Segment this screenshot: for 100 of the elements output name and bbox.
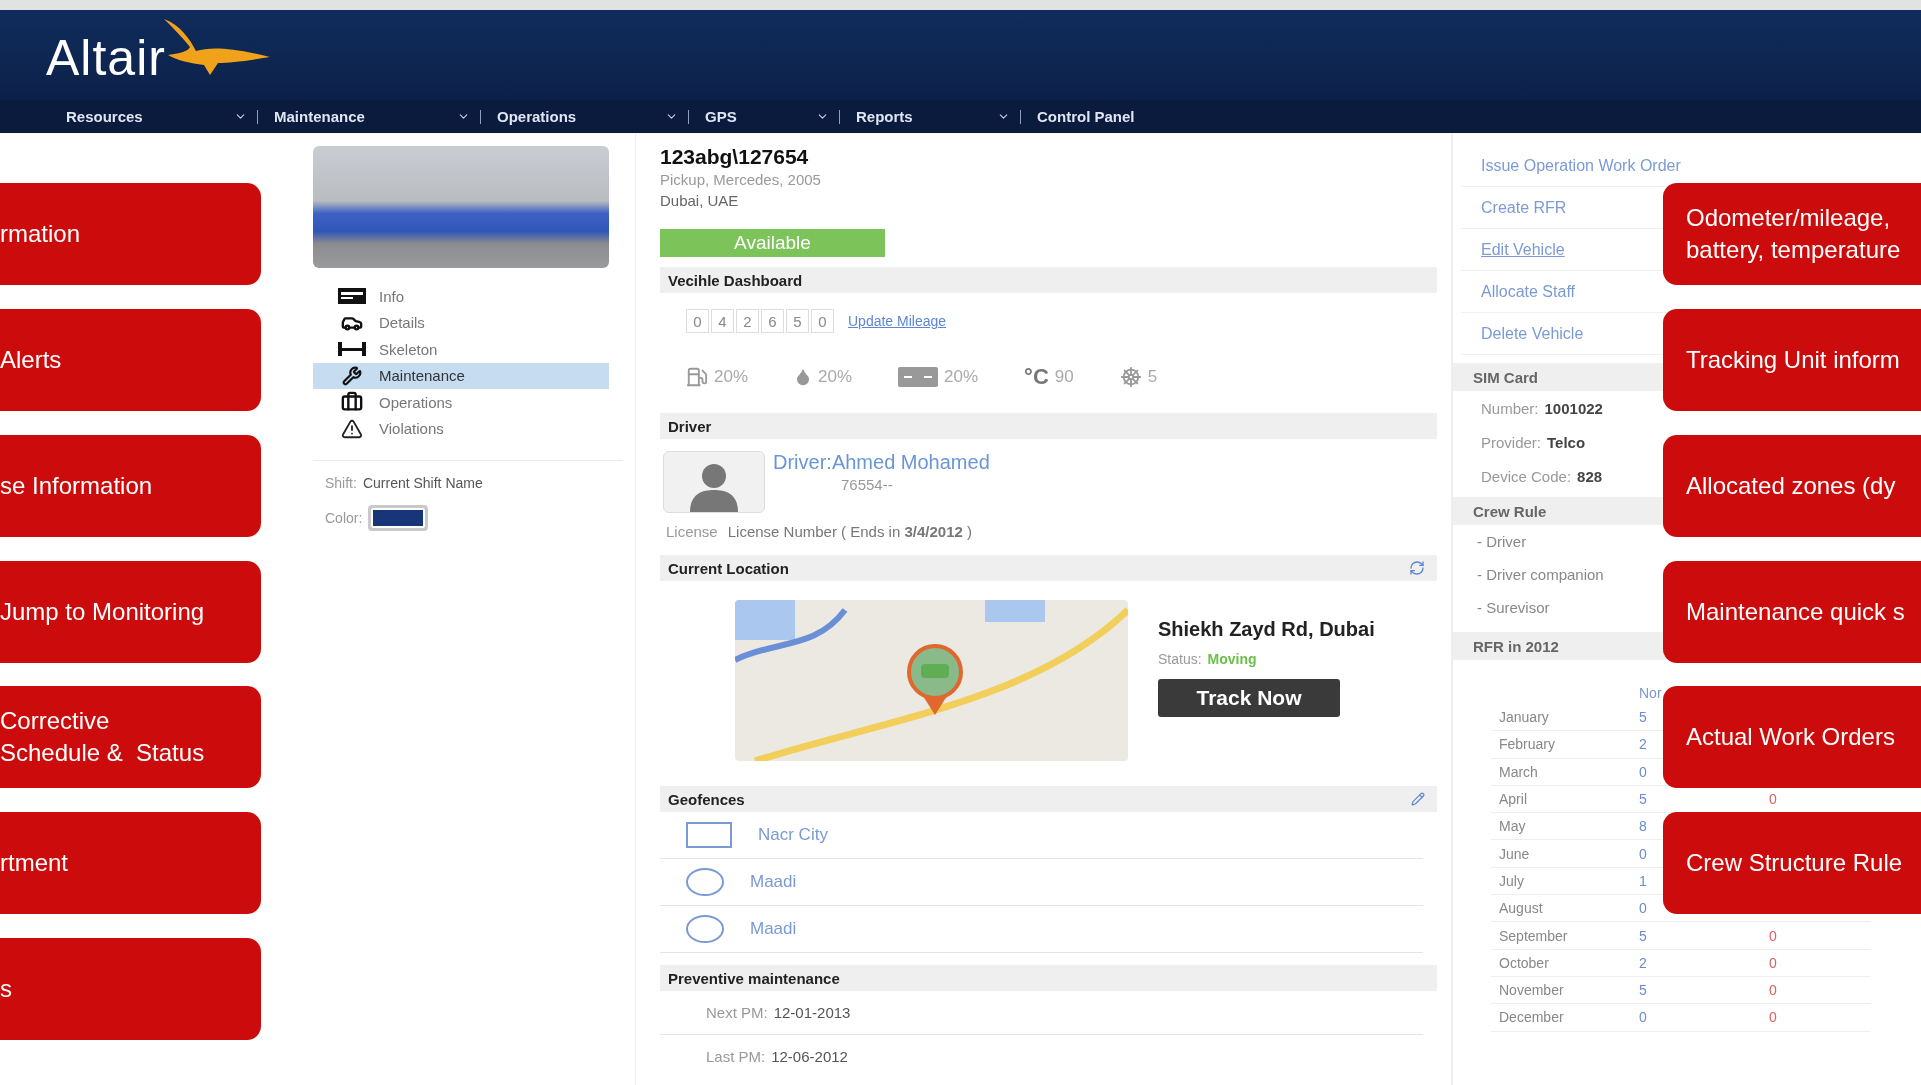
track-now-button[interactable]: Track Now [1158, 679, 1340, 717]
reading-value: 5 [1147, 367, 1158, 387]
action-link[interactable]: Create RFR [1481, 198, 1567, 217]
license-label: License [666, 523, 718, 542]
count-cell: 5 [1639, 927, 1647, 944]
count-cell: 8 [1639, 818, 1647, 835]
update-mileage-link[interactable]: Update Mileage [848, 313, 947, 329]
id-card-icon [338, 288, 366, 305]
section-header: Driver [660, 413, 1437, 439]
odometer-digit: 0 [811, 309, 834, 333]
count-cell: 0 [1639, 900, 1647, 917]
action-link[interactable]: Issue Operation Work Order [1481, 156, 1681, 175]
month-cell: May [1499, 818, 1526, 835]
reading-value: 20% [818, 367, 853, 387]
wheel-icon [1119, 366, 1142, 388]
unit-label: °C [1024, 364, 1049, 390]
circle-icon [686, 868, 724, 896]
month-cell: April [1499, 791, 1527, 808]
sim-label: Device Code: [1481, 467, 1572, 485]
month-cell: June [1499, 845, 1530, 862]
geofence-link[interactable]: Maadi [750, 919, 797, 939]
callout-text: Maintenance quick s [1686, 597, 1905, 627]
action-link[interactable]: Allocate Staff [1481, 282, 1575, 301]
fuel-icon [686, 366, 708, 388]
callout-text: Odometer/mileage, battery, temperature [1686, 203, 1901, 265]
month-cell: November [1499, 982, 1564, 999]
color-label: Color: [325, 510, 363, 526]
callout-text: Corrective Schedule & Status [0, 706, 205, 768]
count-cell: 2 [1639, 736, 1647, 753]
month-cell: January [1499, 709, 1549, 726]
vehicle-location: Dubai, UAE [660, 192, 740, 211]
reading-value: 20% [714, 367, 749, 387]
month-cell: September [1499, 927, 1568, 944]
count-cell: 5 [1639, 791, 1647, 808]
callout-text: Alerts [0, 345, 62, 375]
vehicle-menu-item[interactable]: Operations [313, 389, 609, 416]
crew-role: - Driver [1477, 533, 1527, 550]
driver-name-link[interactable]: Driver:Ahmed Mohamed [773, 451, 990, 473]
vehicle-menu-item[interactable]: Details [313, 309, 609, 336]
status-label: Status: [1158, 651, 1202, 667]
month-cell: March [1499, 763, 1538, 780]
month-cell: October [1499, 954, 1549, 971]
odometer-digit: 6 [761, 309, 784, 333]
vehicle-subtitle: Pickup, Mercedes, 2005 [660, 171, 822, 190]
action-link[interactable]: Edit Vehicle [1481, 240, 1565, 259]
battery-icon [898, 367, 939, 387]
driver-code: 76554-- [841, 476, 894, 493]
callout-text: rtment [0, 848, 68, 878]
month-cell: December [1499, 1009, 1564, 1026]
nav-menu-item[interactable]: Resources [66, 109, 258, 124]
count-cell: 2 [1639, 954, 1647, 971]
color-swatch[interactable] [368, 505, 429, 531]
license-text: License Number ( Ends in 3/4/2012 ) [727, 523, 972, 542]
action-link[interactable]: Delete Vehicle [1481, 324, 1584, 343]
callout-text: Actual Work Orders [1686, 722, 1895, 752]
rectangle-icon [686, 822, 732, 848]
odometer-digit: 5 [786, 309, 809, 333]
month-cell: July [1499, 872, 1524, 889]
nav-menu-item[interactable]: GPS [705, 109, 840, 124]
vehicle-menu-item[interactable]: Maintenance [313, 362, 609, 389]
warning-icon [341, 417, 363, 440]
nav-menu-item[interactable]: Control Panel [1037, 109, 1207, 124]
geofence-link[interactable]: Nacr City [758, 825, 828, 845]
vehicle-menu-item[interactable]: Info [313, 283, 609, 310]
pm-label: Last PM: [706, 1048, 766, 1065]
count-cell: 0 [1769, 791, 1777, 808]
nav-menu-item[interactable]: Operations [497, 109, 689, 124]
callout-text: Jump to Monitoring [0, 597, 205, 627]
count-cell: 5 [1639, 982, 1647, 999]
section-header: Preventive maintenance [660, 965, 1437, 991]
pm-date: 12-01-2013 [773, 1004, 851, 1021]
section-title: Geofences [668, 790, 745, 808]
sim-value: 828 [1577, 467, 1603, 485]
vehicle-menu-item[interactable]: Skeleton [313, 336, 609, 363]
refresh-icon[interactable] [1409, 560, 1425, 576]
column-header: Nor [1639, 685, 1662, 701]
callout-text: rmation [0, 219, 81, 249]
count-cell: 0 [1769, 982, 1777, 999]
nav-menu-item[interactable]: Reports [856, 109, 1021, 124]
logo: Altair [46, 29, 166, 87]
sim-value: 1001022 [1544, 399, 1603, 417]
pm-date: 12-06-2012 [771, 1048, 848, 1065]
reading-value: 90 [1054, 367, 1074, 387]
count-cell: 0 [1769, 954, 1777, 971]
status-value: Moving [1207, 651, 1257, 667]
wrench-icon [342, 365, 362, 386]
count-cell: 0 [1639, 763, 1647, 780]
nav-menu-item[interactable]: Maintenance [274, 109, 481, 124]
callout-text: se Information [0, 471, 153, 501]
geofence-link[interactable]: Maadi [750, 872, 797, 892]
reading-value: 20% [944, 367, 979, 387]
count-cell: 1 [1639, 872, 1647, 889]
odometer-digit: 0 [686, 309, 709, 333]
section-header: Vecihle Dashboard [660, 267, 1437, 293]
sim-label: Provider: [1481, 433, 1542, 451]
count-cell: 0 [1639, 845, 1647, 862]
vehicle-title: 123abg\127654 [660, 145, 810, 170]
vehicle-menu-item[interactable]: Violations [313, 415, 609, 442]
sim-value: Telco [1547, 433, 1586, 451]
edit-icon[interactable] [1411, 792, 1425, 806]
